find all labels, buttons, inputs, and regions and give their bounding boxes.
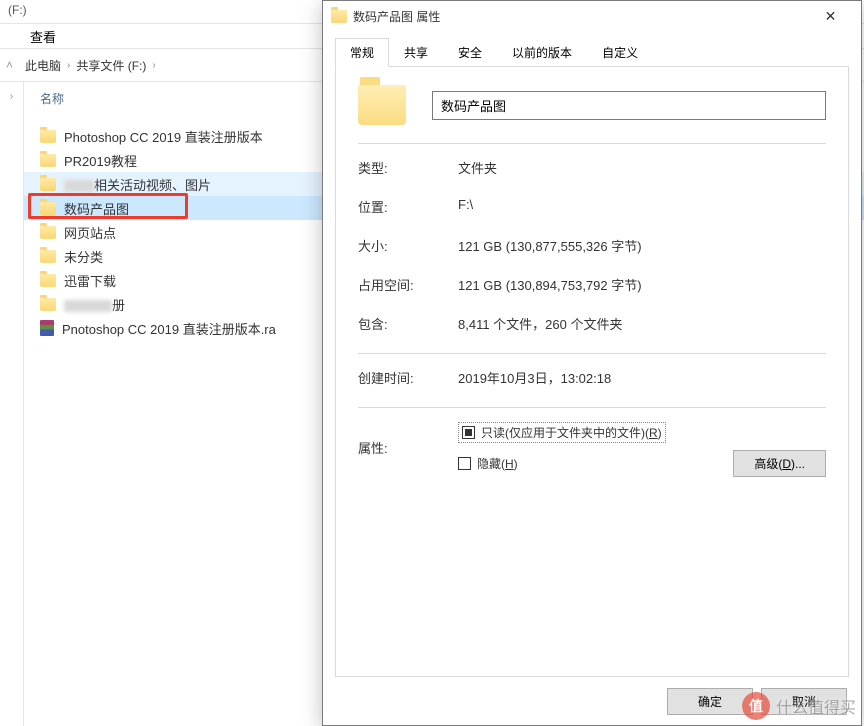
- tab-security[interactable]: 安全: [443, 38, 497, 67]
- explorer-title-text: (F:): [8, 3, 27, 17]
- value-disk: 121 GB (130,894,753,792 字节): [458, 275, 826, 294]
- checkbox-readonly-label: 只读(仅应用于文件夹中的文件)(R): [481, 424, 662, 441]
- label-attributes: 属性:: [358, 438, 458, 457]
- label-disk: 占用空间:: [358, 275, 458, 294]
- folder-icon: [40, 226, 56, 239]
- label-created: 创建时间:: [358, 368, 458, 387]
- folder-name-input[interactable]: [432, 91, 826, 120]
- ok-button[interactable]: 确定: [667, 688, 753, 715]
- file-name: 未分类: [64, 247, 103, 266]
- breadcrumb-pc[interactable]: 此电脑: [25, 57, 61, 74]
- label-size: 大小:: [358, 236, 458, 255]
- folder-icon: [40, 298, 56, 311]
- dialog-titlebar[interactable]: 数码产品图 属性 ✕: [323, 1, 861, 31]
- cancel-button[interactable]: 取消: [761, 688, 847, 715]
- tab-versions[interactable]: 以前的版本: [497, 38, 587, 67]
- value-type: 文件夹: [458, 158, 826, 177]
- folder-icon: [331, 10, 347, 23]
- file-name: 网页站点: [64, 223, 116, 242]
- folder-icon: [40, 178, 56, 191]
- value-created: 2019年10月3日，13:02:18: [458, 368, 826, 387]
- file-name: 迅雷下载: [64, 271, 116, 290]
- breadcrumb[interactable]: 此电脑 › 共享文件 (F:) ›: [25, 57, 156, 74]
- folder-icon: [40, 154, 56, 167]
- menu-view[interactable]: 查看: [30, 30, 56, 45]
- advanced-button[interactable]: 高级(D)...: [733, 450, 826, 477]
- folder-icon: [40, 274, 56, 287]
- tab-content-general: 类型: 文件夹 位置: F:\ 大小: 121 GB (130,877,555,…: [335, 66, 849, 677]
- folder-icon: [40, 250, 56, 263]
- close-button[interactable]: ✕: [808, 1, 853, 31]
- value-location: F:\: [458, 197, 826, 216]
- close-icon: ✕: [825, 8, 837, 25]
- folder-icon: [40, 202, 56, 215]
- file-name: PR2019教程: [64, 151, 137, 170]
- folder-large-icon: [358, 85, 406, 125]
- file-name: 册: [64, 295, 125, 314]
- file-name: 数码产品图: [64, 199, 129, 218]
- label-location: 位置:: [358, 197, 458, 216]
- checkbox-empty-icon: [458, 457, 471, 470]
- label-contains: 包含:: [358, 314, 458, 333]
- chevron-right-icon: ›: [152, 60, 155, 71]
- file-name: 相关活动视频、图片: [64, 175, 211, 194]
- file-name: Pnotoshop CC 2019 直装注册版本.ra: [62, 319, 276, 338]
- dialog-title-text: 数码产品图 属性: [353, 8, 440, 25]
- label-type: 类型:: [358, 158, 458, 177]
- value-contains: 8,411 个文件，260 个文件夹: [458, 314, 826, 333]
- tab-custom[interactable]: 自定义: [587, 38, 653, 67]
- chevron-right-icon[interactable]: ›: [10, 91, 13, 102]
- file-name: Photoshop CC 2019 直装注册版本: [64, 127, 263, 146]
- dialog-footer: 确定 取消: [323, 677, 861, 725]
- tree-panel[interactable]: ›: [0, 82, 24, 726]
- checkbox-mixed-icon: [462, 426, 475, 439]
- properties-dialog: 数码产品图 属性 ✕ 常规 共享 安全 以前的版本 自定义 类型: 文件夹 位置…: [322, 0, 862, 726]
- tab-general[interactable]: 常规: [335, 38, 389, 67]
- nav-up-icon[interactable]: ˄: [6, 58, 13, 72]
- divider: [358, 143, 826, 144]
- folder-icon: [40, 130, 56, 143]
- divider: [358, 353, 826, 354]
- tab-strip: 常规 共享 安全 以前的版本 自定义: [335, 38, 849, 67]
- rar-icon: [40, 320, 54, 336]
- breadcrumb-drive[interactable]: 共享文件 (F:): [76, 57, 146, 74]
- divider: [358, 407, 826, 408]
- chevron-right-icon: ›: [67, 60, 70, 71]
- tab-share[interactable]: 共享: [389, 38, 443, 67]
- value-size: 121 GB (130,877,555,326 字节): [458, 236, 826, 255]
- checkbox-readonly[interactable]: 只读(仅应用于文件夹中的文件)(R): [458, 422, 666, 443]
- checkbox-hidden-label: 隐藏(H): [477, 455, 518, 472]
